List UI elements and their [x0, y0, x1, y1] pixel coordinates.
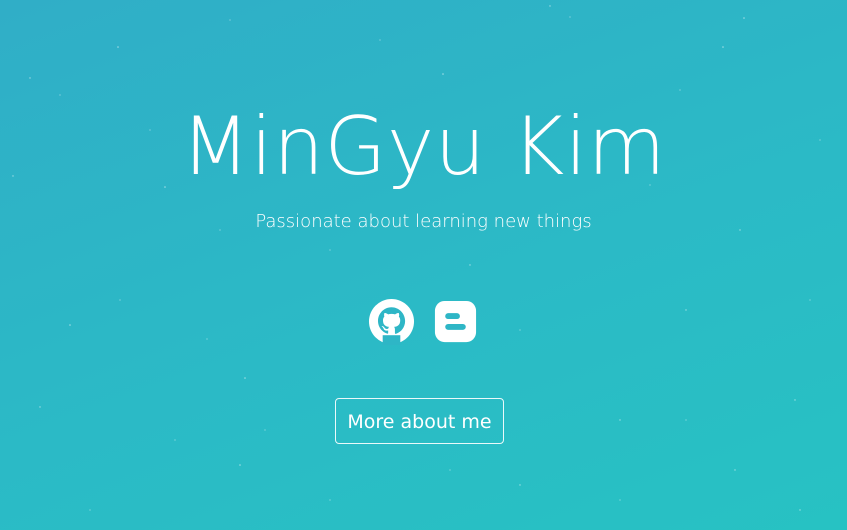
page-title: MinGyu Kim: [180, 100, 667, 193]
social-links: [0, 298, 847, 345]
hero-section: MinGyu Kim Passionate about learning new…: [0, 0, 847, 530]
github-link[interactable]: [368, 298, 415, 345]
blog-link[interactable]: [432, 298, 479, 345]
more-about-me-button[interactable]: More about me: [335, 398, 504, 444]
blogger-icon: [434, 300, 477, 343]
github-icon: [368, 298, 415, 345]
tagline: Passionate about learning new things: [255, 211, 592, 232]
